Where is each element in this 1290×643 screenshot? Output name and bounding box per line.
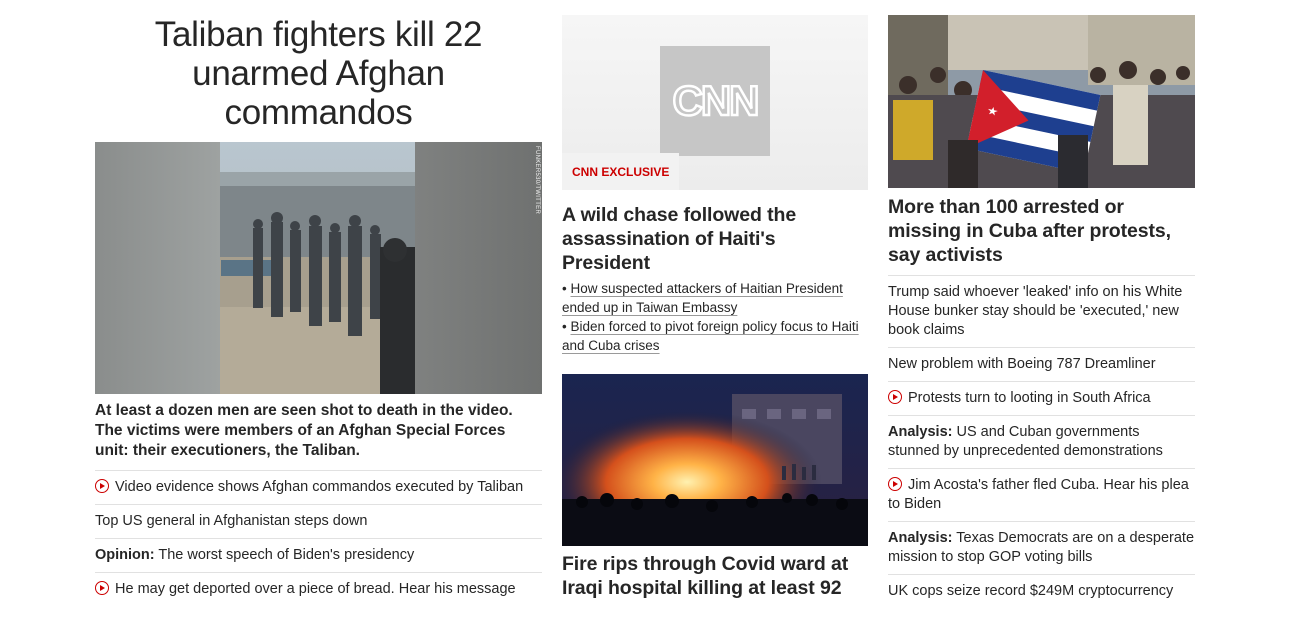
cuba-link-1[interactable]: Trump said whoever 'leaked' info on his …: [888, 276, 1195, 348]
haiti-related-links: • How suspected attackers of Haitian Pre…: [562, 279, 868, 355]
cuba-link-4[interactable]: Analysis: US and Cuban governments stunn…: [888, 416, 1195, 469]
link-text[interactable]: New problem with Boeing 787 Dreamliner: [888, 356, 1156, 372]
cuba-link-7[interactable]: UK cops seize record $249M cryptocurrenc…: [888, 575, 1195, 608]
link-text[interactable]: Trump said whoever 'leaked' info on his …: [888, 284, 1182, 338]
link-text[interactable]: Jim Acosta's father fled Cuba. Hear his …: [888, 477, 1189, 512]
image-credit: FUNKER530/TWITTER: [534, 146, 540, 215]
lead-link-2[interactable]: Top US general in Afghanistan steps down: [95, 505, 542, 539]
bullet-text[interactable]: How suspected attackers of Haitian Presi…: [562, 281, 843, 315]
link-text[interactable]: Video evidence shows Afghan commandos ex…: [115, 479, 523, 495]
cuba-link-3[interactable]: Protests turn to looting in South Africa: [888, 382, 1195, 416]
link-text[interactable]: The worst speech of Biden's presidency: [155, 547, 414, 563]
lead-description[interactable]: At least a dozen men are seen shot to de…: [95, 394, 542, 471]
lead-link-1[interactable]: Video evidence shows Afghan commandos ex…: [95, 471, 542, 505]
iraq-headline[interactable]: Fire rips through Covid ward at Iraqi ho…: [562, 552, 868, 600]
link-text[interactable]: Protests turn to looting in South Africa: [908, 390, 1151, 406]
cuba-protest-image[interactable]: [888, 15, 1195, 188]
link-text[interactable]: Top US general in Afghanistan steps down: [95, 513, 367, 529]
cuba-headline[interactable]: More than 100 arrested or missing in Cub…: [888, 195, 1195, 276]
haiti-headline[interactable]: A wild chase followed the assassination …: [562, 203, 868, 275]
link-text[interactable]: He may get deported over a piece of brea…: [115, 581, 516, 597]
play-icon: [888, 477, 902, 491]
haiti-bullet-1[interactable]: • How suspected attackers of Haitian Pre…: [562, 279, 868, 317]
iraq-fire-image[interactable]: [562, 374, 868, 546]
cuba-column: More than 100 arrested or missing in Cub…: [888, 15, 1195, 608]
haiti-iraq-column: CNN CNN EXCLUSIVE A wild chase followed …: [562, 15, 868, 600]
cuba-link-5[interactable]: Jim Acosta's father fled Cuba. Hear his …: [888, 469, 1195, 522]
play-icon: [888, 390, 902, 404]
taliban-video-still: [95, 142, 542, 394]
lead-image[interactable]: FUNKER530/TWITTER: [95, 142, 542, 394]
link-text[interactable]: UK cops seize record $249M cryptocurrenc…: [888, 583, 1173, 599]
cnn-logo-text: CNN: [671, 76, 761, 126]
lead-story-column: Taliban fighters kill 22 unarmed Afghan …: [95, 15, 542, 606]
cuba-link-6[interactable]: Analysis: Texas Democrats are on a despe…: [888, 522, 1195, 575]
cuba-flag-crowd-photo: [888, 15, 1195, 188]
link-prefix: Analysis:: [888, 530, 953, 546]
hospital-fire-photo: [562, 374, 868, 546]
link-prefix: Opinion:: [95, 547, 155, 563]
bullet-text[interactable]: Biden forced to pivot foreign policy foc…: [562, 319, 859, 353]
cnn-logo-icon: CNN: [660, 46, 770, 156]
lead-link-3[interactable]: Opinion: The worst speech of Biden's pre…: [95, 539, 542, 573]
lead-link-4[interactable]: He may get deported over a piece of brea…: [95, 573, 542, 606]
link-prefix: Analysis:: [888, 424, 953, 440]
play-icon: [95, 479, 109, 493]
exclusive-badge: CNN EXCLUSIVE: [562, 153, 680, 190]
lead-headline[interactable]: Taliban fighters kill 22 unarmed Afghan …: [95, 15, 542, 137]
play-icon: [95, 581, 109, 595]
cuba-link-2[interactable]: New problem with Boeing 787 Dreamliner: [888, 348, 1195, 382]
haiti-bullet-2[interactable]: • Biden forced to pivot foreign policy f…: [562, 317, 868, 355]
haiti-image[interactable]: CNN CNN EXCLUSIVE: [562, 15, 868, 190]
